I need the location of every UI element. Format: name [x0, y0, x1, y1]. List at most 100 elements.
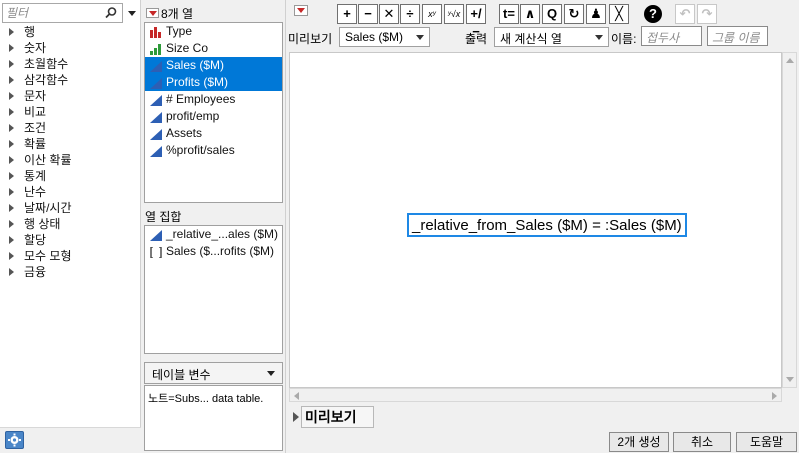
expand-triangle-icon[interactable]: [9, 220, 14, 228]
help-button[interactable]: 도움말: [736, 432, 797, 452]
expand-triangle-icon[interactable]: [9, 252, 14, 260]
function-category-item[interactable]: 금융: [6, 264, 136, 280]
column-set-label: 열 집합: [145, 210, 182, 224]
filter-box[interactable]: [2, 3, 123, 23]
loop-icon[interactable]: ↻: [564, 4, 584, 24]
clear-icon[interactable]: ╳: [609, 4, 629, 24]
column-set-list[interactable]: _relative_...ales ($M) Sales ($...rofits …: [144, 225, 283, 354]
function-category-item[interactable]: 할당: [6, 232, 136, 248]
add-icon[interactable]: +: [337, 4, 357, 24]
function-category-item[interactable]: 확률: [6, 136, 136, 152]
parameter-icon[interactable]: ♟: [586, 4, 606, 24]
expand-triangle-icon[interactable]: [9, 124, 14, 132]
function-category-label: 금융: [24, 265, 47, 279]
disclosure-triangle-icon[interactable]: [293, 412, 299, 422]
column-count-label: 8개 열: [161, 7, 194, 21]
divide-icon[interactable]: ÷: [400, 4, 420, 24]
filter-options-dropdown[interactable]: [125, 5, 139, 21]
function-category-label: 비교: [24, 105, 47, 119]
function-category-label: 모수 모형: [24, 249, 72, 263]
expand-triangle-icon[interactable]: [9, 76, 14, 84]
expand-triangle-icon[interactable]: [9, 236, 14, 244]
function-category-item[interactable]: 행 상태: [6, 216, 136, 232]
function-category-item[interactable]: 초월함수: [6, 56, 136, 72]
scroll-left-icon[interactable]: [294, 392, 299, 400]
function-category-item[interactable]: 삼각함수: [6, 72, 136, 88]
function-category-label: 할당: [24, 233, 47, 247]
settings-gear-icon[interactable]: [5, 431, 24, 449]
subtract-icon[interactable]: −: [358, 4, 378, 24]
expand-triangle-icon[interactable]: [9, 28, 14, 36]
name-prefix-input[interactable]: 접두사: [641, 26, 702, 46]
function-category-label: 문자: [24, 89, 47, 103]
scroll-right-icon[interactable]: [772, 392, 777, 400]
column-item[interactable]: Profits ($M): [145, 74, 282, 91]
formula-canvas[interactable]: _relative_from_Sales ($M) = :Sales ($M): [289, 52, 782, 388]
help-icon[interactable]: ?: [644, 5, 662, 23]
scroll-up-icon[interactable]: [786, 58, 794, 63]
column-item[interactable]: # Employees: [145, 91, 282, 108]
function-category-item[interactable]: 날짜/시간: [6, 200, 136, 216]
column-item[interactable]: Type: [145, 23, 282, 40]
expand-triangle-icon[interactable]: [9, 60, 14, 68]
expand-triangle-icon[interactable]: [9, 204, 14, 212]
name-label: 이름:: [611, 32, 637, 46]
table-variable-select[interactable]: 테이블 변수: [144, 362, 283, 384]
function-category-item[interactable]: 통계: [6, 168, 136, 184]
column-name: Sales ($M): [166, 58, 225, 72]
multiply-icon[interactable]: ✕: [379, 4, 399, 24]
function-category-item[interactable]: 비교: [6, 104, 136, 120]
output-select[interactable]: 새 계산식 열: [494, 27, 609, 47]
column-item[interactable]: %profit/sales: [145, 142, 282, 159]
column-name: Profits ($M): [166, 75, 229, 89]
cancel-button[interactable]: 취소: [673, 432, 731, 452]
vertical-scrollbar[interactable]: [782, 52, 797, 388]
and-icon[interactable]: ∧: [520, 4, 540, 24]
column-item[interactable]: Assets: [145, 125, 282, 142]
function-category-item[interactable]: 모수 모형: [6, 248, 136, 264]
power-icon[interactable]: xʸ: [422, 4, 442, 24]
function-category-item[interactable]: 문자: [6, 88, 136, 104]
column-name: Assets: [166, 126, 203, 140]
column-set-item[interactable]: _relative_...ales ($M): [145, 226, 282, 243]
expand-triangle-icon[interactable]: [9, 188, 14, 196]
function-category-item[interactable]: 난수: [6, 184, 136, 200]
negate-icon[interactable]: +/−: [466, 4, 486, 39]
group-name-input[interactable]: 그룹 이름: [707, 26, 768, 46]
column-set-item[interactable]: Sales ($...rofits ($M): [145, 243, 282, 260]
column-item[interactable]: profit/emp: [145, 108, 282, 125]
expand-triangle-icon[interactable]: [9, 108, 14, 116]
horizontal-scrollbar[interactable]: [289, 388, 782, 402]
expand-triangle-icon[interactable]: [9, 172, 14, 180]
search-icon[interactable]: [104, 6, 118, 20]
nominal-bar-icon: [150, 26, 162, 38]
expand-triangle-icon[interactable]: [9, 44, 14, 52]
root-icon[interactable]: ʸ√x: [444, 4, 464, 24]
function-category-label: 행: [24, 25, 36, 39]
function-category-list: 행 숫자 초월함수 삼각함수 문자비교 조건 확률 이산 확률 통계 난수 날짜/시간 행 상태 할당모…: [6, 24, 136, 280]
function-category-item[interactable]: 조건: [6, 120, 136, 136]
preview-section-toggle[interactable]: 미리보기: [292, 406, 374, 428]
scroll-down-icon[interactable]: [786, 377, 794, 382]
expand-triangle-icon[interactable]: [9, 92, 14, 100]
generate-button[interactable]: 2개 생성: [609, 432, 669, 452]
expand-triangle-icon[interactable]: [9, 140, 14, 148]
column-name: # Employees: [166, 92, 236, 106]
column-item[interactable]: Sales ($M): [145, 57, 282, 74]
function-category-item[interactable]: 이산 확률: [6, 152, 136, 168]
undo-icon: ↶: [675, 4, 695, 24]
column-item[interactable]: Size Co: [145, 40, 282, 57]
preview-column-select[interactable]: Sales ($M): [339, 27, 430, 47]
expand-triangle-icon[interactable]: [9, 156, 14, 164]
assign-icon[interactable]: t=: [499, 4, 519, 24]
function-category-item[interactable]: 숫자: [6, 40, 136, 56]
filter-input[interactable]: [6, 5, 101, 21]
function-category-item[interactable]: 행: [6, 24, 136, 40]
column-list[interactable]: Type Size Co Sales ($M) Profits ($M) # Emplo…: [144, 22, 283, 203]
local-variable-icon[interactable]: Q: [542, 4, 562, 24]
column-menu-icon[interactable]: [146, 8, 159, 18]
function-category-label: 난수: [24, 185, 47, 199]
formula-expression[interactable]: _relative_from_Sales ($M) = :Sales ($M): [407, 213, 687, 237]
formula-menu-icon[interactable]: [294, 5, 308, 16]
expand-triangle-icon[interactable]: [9, 268, 14, 276]
